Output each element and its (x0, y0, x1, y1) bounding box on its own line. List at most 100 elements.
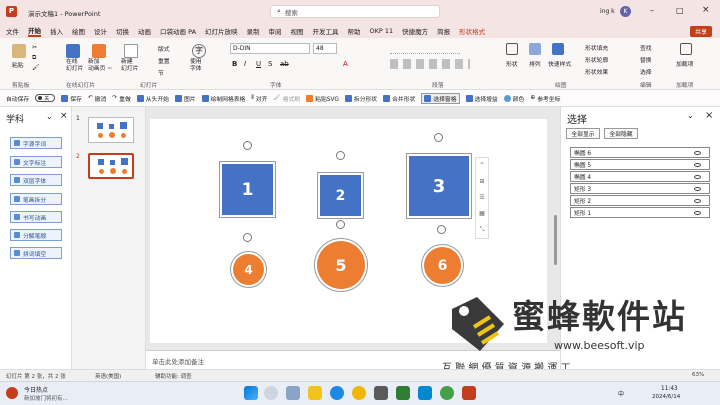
rotate-handle-icon[interactable] (336, 220, 345, 229)
font-name-select[interactable]: D-DIN (230, 43, 310, 54)
underline-button[interactable]: U (256, 60, 261, 68)
close-icon[interactable]: × (702, 5, 710, 15)
subject-button-7[interactable]: 拼词填空 (10, 247, 62, 259)
paste-button[interactable]: 粘贴 (12, 60, 24, 69)
language-status[interactable]: 英语(美国) (95, 372, 121, 380)
qat-picture[interactable]: 图片 (174, 94, 196, 103)
windows-start-icon[interactable] (244, 386, 258, 400)
addins-button[interactable]: 加载项 (676, 59, 693, 68)
qat-split-shape[interactable]: 拆分形状 (344, 94, 377, 103)
minimize-icon[interactable]: – (650, 6, 654, 15)
font-color-button[interactable]: A (343, 60, 348, 68)
ime-indicator[interactable]: 中 (618, 389, 624, 398)
alignment-buttons[interactable] (390, 59, 470, 69)
arrange-button[interactable]: 排列 (529, 59, 541, 68)
app-icon[interactable] (396, 386, 410, 400)
shape-ellipse-5[interactable]: 5 (314, 238, 368, 292)
autosave-toggle[interactable]: 关 (35, 94, 56, 102)
tab-animations[interactable]: 动画 (138, 26, 151, 36)
shape-outline-button[interactable]: 形状轮廓 (585, 55, 608, 64)
app-icon[interactable] (374, 386, 388, 400)
app-icon[interactable] (418, 386, 432, 400)
resize-icon[interactable]: ⤡ (480, 226, 485, 234)
tab-pocket-animation[interactable]: 口袋动画 PA (160, 26, 196, 36)
tab-review[interactable]: 审阅 (269, 26, 282, 36)
font-usage-button[interactable]: 使用 字体 (190, 59, 202, 73)
strikethrough-button[interactable]: ab (280, 60, 289, 68)
qat-paste-svg[interactable]: 粘贴SVG (306, 94, 339, 103)
qat-format-painter[interactable]: 🖌 格式刷 (273, 94, 300, 103)
layout-button[interactable]: 版式 (158, 44, 170, 53)
bold-button[interactable]: B (232, 60, 237, 68)
share-button[interactable]: 共享 (689, 25, 712, 37)
tab-slideshow[interactable]: 幻灯片放映 (205, 26, 238, 36)
expand-icon[interactable]: ^ (479, 162, 484, 169)
eye-icon[interactable] (694, 162, 701, 167)
panel-close-icon[interactable]: × (60, 111, 68, 121)
qat-undo[interactable]: ↶ 撤消 (88, 94, 106, 103)
selection-item[interactable]: 矩形 2 (570, 195, 710, 206)
subject-button-2[interactable]: 文字标注 (10, 156, 62, 168)
qat-redo[interactable]: ↷ 重做 (112, 94, 130, 103)
tab-record[interactable]: 录制 (247, 26, 260, 36)
tab-developer[interactable]: 开发工具 (313, 26, 339, 36)
show-all-button[interactable]: 全部显示 (566, 128, 600, 139)
chrome-icon[interactable] (352, 386, 366, 400)
italic-button[interactable]: I (244, 60, 246, 68)
section-button[interactable]: 节 (158, 68, 164, 77)
eye-icon[interactable] (694, 186, 701, 191)
powerpoint-taskbar-icon[interactable] (462, 386, 476, 400)
vertical-scrollbar[interactable] (554, 215, 557, 265)
eye-icon[interactable] (694, 174, 701, 179)
qat-save[interactable]: 保存 (61, 94, 82, 103)
avatar[interactable]: K (620, 6, 631, 17)
subject-button-5[interactable]: 书写动画 (10, 211, 62, 223)
tab-transitions[interactable]: 切换 (116, 26, 129, 36)
tab-draw[interactable]: 绘图 (72, 26, 85, 36)
chevron-down-icon[interactable]: ⌄ (687, 111, 694, 120)
eye-icon[interactable] (694, 150, 701, 155)
tab-okp[interactable]: OKP 11 (370, 27, 394, 35)
qat-color[interactable]: 颜色 (503, 94, 524, 103)
format-painter-icon[interactable]: 🖌 (32, 64, 40, 71)
rotate-handle-icon[interactable] (243, 141, 252, 150)
app-icon[interactable] (440, 386, 454, 400)
tab-help[interactable]: 帮助 (348, 26, 361, 36)
news-title[interactable]: 今日热点 (24, 385, 48, 394)
find-button[interactable]: 查找 (640, 43, 652, 52)
new-slide-button[interactable]: 新建 幻灯片 (121, 59, 138, 73)
file-explorer-icon[interactable] (308, 386, 322, 400)
qat-from-beginning[interactable]: 从头开始 (136, 94, 169, 103)
eye-icon[interactable] (694, 198, 701, 203)
tab-file[interactable]: 文件 (6, 26, 19, 36)
tab-design[interactable]: 设计 (94, 26, 107, 36)
news-subtitle[interactable]: 新加坡门将初有... (24, 394, 68, 402)
selection-item[interactable]: 矩形 1 (570, 207, 710, 218)
quick-styles-button[interactable]: 快速样式 (548, 59, 571, 68)
subject-button-4[interactable]: 笔画拆分 (10, 193, 62, 205)
shape-ellipse-6[interactable]: 6 (421, 244, 464, 287)
shapes-button[interactable]: 形状 (506, 59, 518, 68)
shape-rectangle-1[interactable]: 1 (219, 161, 276, 218)
tab-home[interactable]: 开始 (28, 25, 41, 37)
task-view-icon[interactable] (286, 386, 300, 400)
accessibility-status[interactable]: 辅助功能: 调查 (155, 372, 192, 380)
clock-time[interactable]: 11:43 (661, 386, 678, 392)
reset-button[interactable]: 重置 (158, 56, 170, 65)
selection-item[interactable]: 矩形 3 (570, 183, 710, 194)
zoom-level[interactable]: 63% (692, 372, 704, 378)
slide-thumbnail-1[interactable] (88, 117, 134, 143)
clock-date[interactable]: 2024/6/14 (652, 394, 680, 400)
tab-view[interactable]: 视图 (291, 26, 304, 36)
qat-ref-coords[interactable]: ⊕ 参考坐标 (530, 94, 560, 103)
online-slide-button[interactable]: 在线 幻灯片 (66, 59, 83, 73)
list-icon[interactable]: ☰ (479, 194, 484, 201)
close-icon[interactable]: × (705, 110, 713, 121)
tab-briefing[interactable]: 简报 (437, 26, 450, 36)
search-box[interactable]: ⌕ 搜索 (270, 5, 440, 18)
qat-draw-table[interactable]: 绘制网格表格 (201, 94, 245, 103)
eye-icon[interactable] (694, 210, 701, 215)
new-animation-page-button[interactable]: 新加 动画页 ~ (88, 59, 112, 73)
subject-button-6[interactable]: 分解笔顺 (10, 229, 62, 241)
edge-icon[interactable] (330, 386, 344, 400)
